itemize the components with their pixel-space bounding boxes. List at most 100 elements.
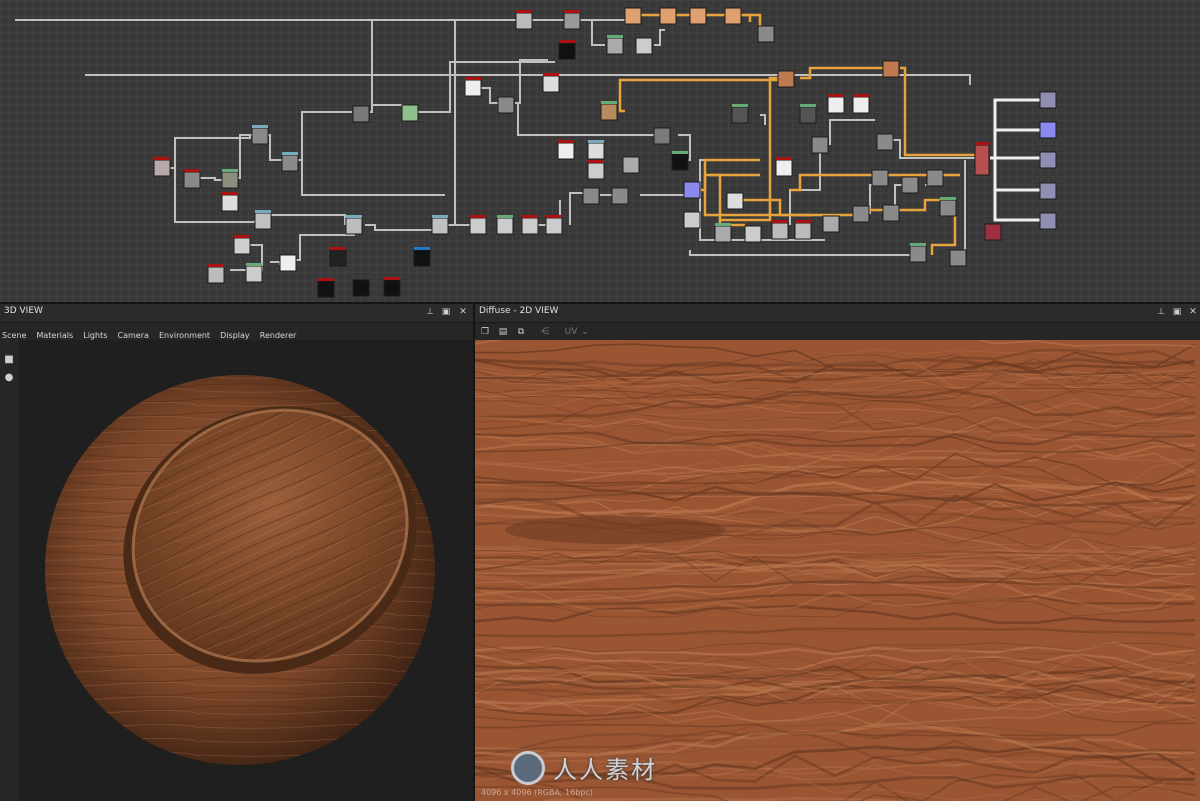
graph-node[interactable] bbox=[254, 210, 272, 230]
graph-node[interactable] bbox=[683, 211, 701, 229]
graph-link[interactable] bbox=[365, 224, 432, 231]
graph-node[interactable] bbox=[521, 215, 539, 235]
graph-node[interactable] bbox=[587, 140, 605, 160]
graph-node[interactable] bbox=[1039, 212, 1057, 230]
export-icon[interactable]: ⧉ bbox=[515, 326, 527, 338]
graph-node[interactable] bbox=[901, 176, 919, 194]
graph-node[interactable] bbox=[822, 215, 840, 233]
channels-icon[interactable]: ⋲ bbox=[539, 326, 551, 338]
graph-node[interactable] bbox=[352, 105, 370, 123]
graph-link[interactable] bbox=[990, 156, 1040, 192]
material-preview-sphere[interactable] bbox=[0, 340, 473, 801]
graph-node[interactable] bbox=[469, 215, 487, 235]
graph-link[interactable] bbox=[454, 19, 520, 225]
graph-node[interactable] bbox=[852, 94, 870, 114]
graph-node[interactable] bbox=[744, 225, 762, 243]
graph-link[interactable] bbox=[515, 102, 660, 136]
maximize-icon[interactable]: ▣ bbox=[1171, 306, 1183, 318]
graph-node[interactable] bbox=[671, 151, 689, 171]
graph-node[interactable] bbox=[383, 277, 401, 297]
graph-link[interactable] bbox=[745, 13, 752, 22]
pin-icon[interactable]: ⊥ bbox=[424, 306, 436, 318]
save-icon[interactable]: ▤ bbox=[497, 326, 509, 338]
graph-node[interactable] bbox=[464, 77, 482, 97]
graph-node[interactable] bbox=[221, 192, 239, 212]
graph-node[interactable] bbox=[413, 247, 431, 267]
graph-node[interactable] bbox=[600, 101, 618, 121]
graph-node[interactable] bbox=[329, 247, 347, 267]
graph-link[interactable] bbox=[618, 78, 782, 113]
camera-icon[interactable]: ■ bbox=[2, 353, 16, 367]
graph-link[interactable] bbox=[990, 128, 1040, 160]
graph-node[interactable] bbox=[939, 197, 957, 217]
graph-link[interactable] bbox=[370, 104, 402, 113]
graph-node[interactable] bbox=[794, 220, 812, 240]
graph-node[interactable] bbox=[683, 181, 701, 199]
graph-node[interactable] bbox=[731, 104, 749, 124]
graph-node[interactable] bbox=[876, 133, 894, 151]
close-icon[interactable]: ✕ bbox=[1187, 306, 1199, 318]
graph-node[interactable] bbox=[852, 205, 870, 223]
graph-node[interactable] bbox=[345, 215, 363, 235]
graph-link[interactable] bbox=[298, 111, 352, 161]
pin-icon[interactable]: ⊥ bbox=[1155, 306, 1167, 318]
graph-node[interactable] bbox=[582, 187, 600, 205]
graph-node[interactable] bbox=[771, 220, 789, 240]
graph-node[interactable] bbox=[497, 96, 515, 114]
graph-link[interactable] bbox=[298, 159, 445, 196]
graph-node[interactable] bbox=[587, 160, 605, 180]
graph-node[interactable] bbox=[775, 157, 793, 177]
graph-node[interactable] bbox=[984, 223, 1002, 241]
node-graph-canvas[interactable] bbox=[0, 0, 1200, 302]
graph-node[interactable] bbox=[882, 204, 900, 222]
graph-link[interactable] bbox=[789, 145, 821, 225]
graph-node[interactable] bbox=[317, 278, 335, 298]
graph-node[interactable] bbox=[949, 249, 967, 267]
graph-link[interactable] bbox=[689, 250, 918, 256]
view2d-viewport[interactable]: 人人素材 4096 x 4096 (RGBA, 16bpc) bbox=[475, 340, 1200, 801]
graph-link[interactable] bbox=[198, 177, 222, 181]
graph-node[interactable] bbox=[974, 142, 990, 176]
graph-node[interactable] bbox=[871, 169, 889, 187]
graph-link[interactable] bbox=[870, 198, 945, 212]
graph-node[interactable] bbox=[635, 37, 653, 55]
graph-node[interactable] bbox=[233, 235, 251, 255]
maximize-icon[interactable]: ▣ bbox=[440, 306, 452, 318]
graph-node[interactable] bbox=[777, 70, 795, 88]
graph-node[interactable] bbox=[1039, 182, 1057, 200]
graph-node[interactable] bbox=[557, 140, 575, 160]
graph-node[interactable] bbox=[496, 215, 514, 235]
graph-node[interactable] bbox=[606, 35, 624, 55]
graph-node[interactable] bbox=[622, 156, 640, 174]
graph-node[interactable] bbox=[714, 223, 732, 243]
copy-icon[interactable]: ❐ bbox=[479, 326, 491, 338]
graph-link[interactable] bbox=[170, 135, 251, 169]
graph-node[interactable] bbox=[909, 243, 927, 263]
graph-node[interactable] bbox=[1039, 121, 1057, 139]
graph-link[interactable] bbox=[170, 167, 256, 223]
graph-node[interactable] bbox=[811, 136, 829, 154]
graph-node[interactable] bbox=[653, 127, 671, 145]
graph-link[interactable] bbox=[237, 134, 252, 179]
graph-node[interactable] bbox=[221, 169, 239, 189]
graph-link[interactable] bbox=[960, 160, 966, 256]
graph-node[interactable] bbox=[726, 192, 744, 210]
graph-node[interactable] bbox=[827, 94, 845, 114]
graph-link[interactable] bbox=[800, 66, 885, 80]
graph-node[interactable] bbox=[1039, 151, 1057, 169]
view3d-viewport[interactable]: ■ ● bbox=[0, 340, 473, 801]
graph-link[interactable] bbox=[585, 19, 605, 46]
light-icon[interactable]: ● bbox=[2, 371, 16, 385]
graph-node[interactable] bbox=[245, 263, 263, 283]
graph-link[interactable] bbox=[829, 119, 875, 145]
graph-link[interactable] bbox=[900, 66, 975, 157]
close-icon[interactable]: ✕ bbox=[457, 306, 469, 318]
graph-link[interactable] bbox=[268, 134, 282, 161]
graph-node[interactable] bbox=[352, 279, 370, 297]
graph-node[interactable] bbox=[926, 169, 944, 187]
graph-node[interactable] bbox=[659, 7, 677, 25]
graph-node[interactable] bbox=[689, 7, 707, 25]
graph-link[interactable] bbox=[85, 74, 971, 85]
graph-link[interactable] bbox=[718, 76, 780, 235]
graph-link[interactable] bbox=[480, 87, 500, 104]
